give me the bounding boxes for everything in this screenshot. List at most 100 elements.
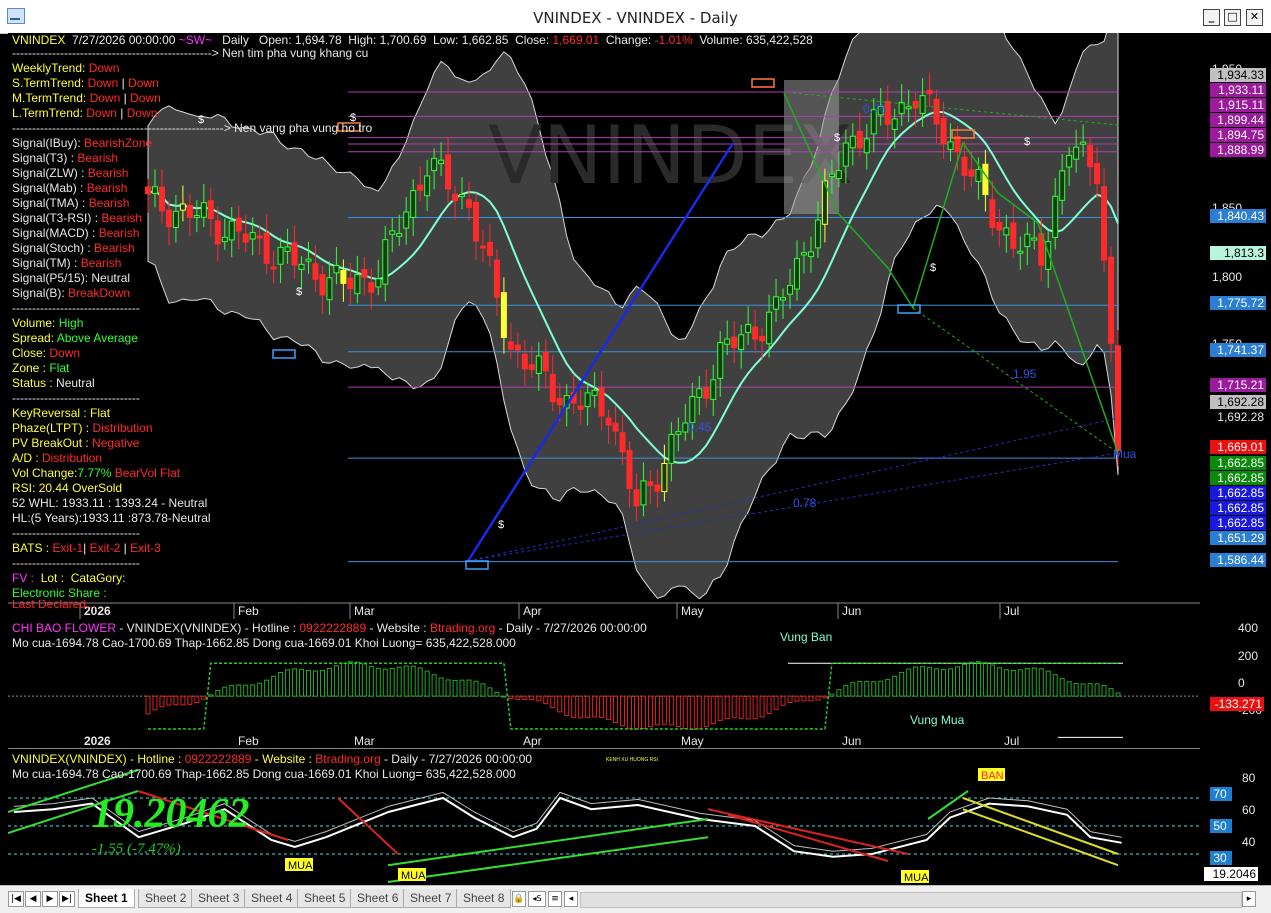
candle-body xyxy=(759,335,766,342)
minimize-button[interactable]: _ xyxy=(1203,9,1220,26)
flower-bar xyxy=(515,695,521,700)
sheet-nav-button[interactable]: ▶ xyxy=(42,891,58,907)
flower-bar xyxy=(236,684,242,697)
horizontal-scrollbar[interactable] xyxy=(580,892,1242,908)
lock-icon[interactable]: 🔒 xyxy=(512,891,526,907)
candle-body xyxy=(200,202,207,218)
sheet-tab[interactable]: Sheet 2 xyxy=(138,889,194,908)
candle-body xyxy=(472,201,479,242)
buy-box xyxy=(897,304,921,314)
flower-tick: 0 xyxy=(1238,676,1245,690)
flower-bar xyxy=(368,665,374,697)
price-label: 1,692.28 xyxy=(1210,395,1266,409)
sheet-nav-button[interactable]: |◀ xyxy=(8,891,24,907)
status-value: Flat xyxy=(49,361,70,375)
status-label: Spread: xyxy=(12,331,57,345)
scroll-right-icon[interactable]: ▸ xyxy=(1242,891,1256,907)
sheet-tab[interactable]: Sheet 3 xyxy=(191,889,247,908)
separator: -------------------------------- xyxy=(12,391,140,405)
rsi-panel[interactable]: MUA MUA MUA BAN VNINDEX(VNINDEX) - Hotline … xyxy=(8,750,1200,885)
candle-body xyxy=(1115,345,1121,452)
flower-bar xyxy=(1017,669,1023,697)
candle-body xyxy=(145,186,151,195)
candle-body xyxy=(905,106,912,110)
flower-bar xyxy=(1031,667,1037,697)
sheet-tab-bar: |◀ ◀ ▶ ▶| Sheet 1 Sheet 2 Sheet 3 Sheet 4 Sheet… xyxy=(0,885,1271,913)
scroll-lock-icon[interactable]: ◂S xyxy=(528,891,546,907)
flower-bar xyxy=(375,667,381,697)
flower-bar xyxy=(689,695,695,730)
sheet-tab[interactable]: Sheet 5 xyxy=(297,889,353,908)
candle-body xyxy=(633,489,640,507)
price-label: 1,933.11 xyxy=(1210,83,1266,97)
window-list-icon[interactable]: ≡ xyxy=(548,891,562,907)
signal-row: Signal(Mab) : Bearish xyxy=(12,181,127,196)
month-label: Apr xyxy=(523,604,542,618)
sheet-tab[interactable]: Sheet 7 xyxy=(403,889,459,908)
signal-value: Bearish xyxy=(98,226,140,240)
flower-bar xyxy=(710,695,716,725)
candle-body xyxy=(807,251,814,258)
sell-box xyxy=(751,78,775,88)
flower-bar xyxy=(885,678,891,697)
flower-bar xyxy=(466,679,472,697)
scroll-left-icon[interactable]: ◂ xyxy=(564,891,578,907)
rsi-level-label: 30 xyxy=(1210,851,1232,865)
status-value: High xyxy=(58,316,84,330)
flower-bar xyxy=(968,661,974,697)
flower-bar xyxy=(996,667,1002,697)
price-label: 1,586.44 xyxy=(1210,553,1266,567)
candle-body xyxy=(368,282,375,293)
price-chart-panel[interactable]: VNINDEX 0.76 1.95 0.45 0.78 Mua $ $ $ $ $ $ $2026 Feb… xyxy=(8,33,1200,619)
candle-body xyxy=(1059,170,1066,201)
flower-bar xyxy=(347,661,353,697)
flower-bar xyxy=(1080,683,1086,697)
candle-body xyxy=(989,199,996,229)
candle-body xyxy=(340,270,347,284)
flower-panel[interactable]: CHI BAO FLOWER - VNINDEX(VNINDEX) - Hotl… xyxy=(8,619,1200,747)
flower-bar xyxy=(906,668,912,697)
sheet-tab[interactable]: Sheet 4 xyxy=(244,889,300,908)
vung-ban-label: Vung Ban xyxy=(780,630,833,644)
sheet-tab[interactable]: Sheet 8 xyxy=(456,889,512,908)
signal-label: Signal(Mab) : xyxy=(12,181,87,195)
candle-body xyxy=(361,268,368,278)
flower-bar xyxy=(1052,674,1058,697)
close-button[interactable]: ✕ xyxy=(1246,9,1263,26)
mua-tag-text: MUA xyxy=(401,870,426,882)
pv-breakout: PV BreakOut : Negative xyxy=(12,436,140,450)
flower-bar xyxy=(173,695,179,706)
flower-bar xyxy=(285,669,291,697)
flower-bar xyxy=(724,695,730,719)
rsi-title: VNINDEX(VNINDEX) - Hotline : 0922222889 … xyxy=(12,752,533,766)
candle-body xyxy=(158,186,165,212)
candle-body xyxy=(856,130,863,149)
flower-bar xyxy=(326,667,332,697)
key-reversal: KeyReversal : Flat xyxy=(12,406,111,420)
maximize-button[interactable]: □ xyxy=(1224,9,1241,26)
flower-bar xyxy=(1108,688,1114,697)
flower-bar xyxy=(1087,683,1093,697)
price-label: 1,894.75 xyxy=(1210,128,1266,142)
sheet-tab[interactable]: Sheet 6 xyxy=(350,889,406,908)
sheet-tab[interactable]: Sheet 1 xyxy=(78,889,135,908)
candle-body xyxy=(828,173,835,178)
flower-bar xyxy=(920,666,926,697)
sheet-nav-button[interactable]: ▶| xyxy=(59,891,75,907)
flower-bar xyxy=(529,695,535,701)
flower-bar xyxy=(913,666,919,697)
candle-body xyxy=(256,235,263,239)
signal-row: Signal(IBuy): BearishZone xyxy=(12,136,152,151)
sheet-nav-button[interactable]: ◀ xyxy=(25,891,41,907)
flower-bar xyxy=(340,662,346,697)
signal-row: Signal(T3-RSI) : Bearish xyxy=(12,211,142,226)
flower-bar xyxy=(145,695,151,715)
candle-body xyxy=(410,190,417,218)
candle-body xyxy=(500,292,507,338)
flower-bar xyxy=(389,668,395,697)
status-row: Zone : Flat xyxy=(12,361,69,376)
candle-body xyxy=(493,259,500,298)
candle-body xyxy=(228,220,235,241)
trend-weekly: WeeklyTrend: Down xyxy=(12,61,120,75)
rsi-value-label: 19.2046 xyxy=(1204,867,1258,881)
